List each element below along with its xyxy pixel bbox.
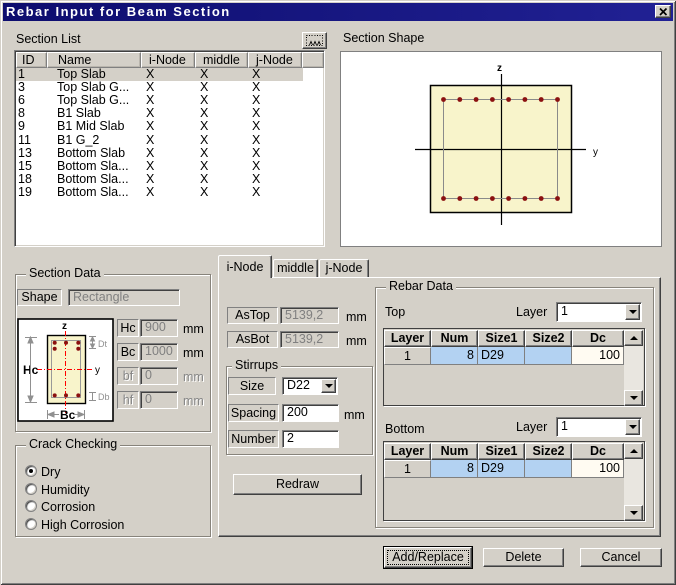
- svg-text:y: y: [593, 147, 598, 158]
- svg-text:Dt: Dt: [98, 339, 107, 349]
- svg-text:y: y: [95, 365, 100, 376]
- svg-text:z: z: [497, 63, 502, 74]
- svg-text:z: z: [62, 321, 67, 332]
- svg-text:Db: Db: [98, 392, 110, 402]
